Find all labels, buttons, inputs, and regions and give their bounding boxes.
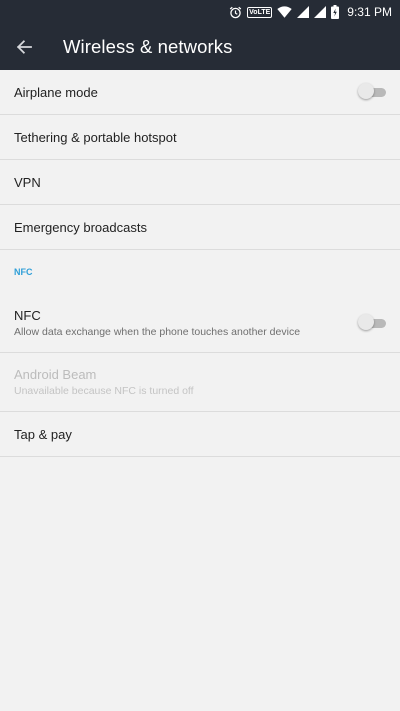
emergency-broadcasts-text: Emergency broadcasts: [14, 220, 386, 235]
airplane-mode-row[interactable]: Airplane mode: [0, 70, 400, 115]
android-beam-row: Android Beam Unavailable because NFC is …: [0, 353, 400, 412]
tethering-label: Tethering & portable hotspot: [14, 129, 177, 145]
alarm-icon: [229, 0, 242, 24]
wifi-icon: [277, 0, 292, 24]
signal-icon: [297, 0, 310, 24]
nfc-row[interactable]: NFC Allow data exchange when the phone t…: [0, 294, 400, 353]
nfc-label: NFC: [14, 308, 41, 323]
settings-list: Airplane mode Tethering & portable hotsp…: [0, 70, 400, 457]
emergency-broadcasts-row[interactable]: Emergency broadcasts: [0, 205, 400, 250]
toggle-thumb: [358, 83, 374, 99]
back-button[interactable]: [0, 24, 48, 70]
arrow-left-icon: [16, 39, 32, 55]
nfc-toggle[interactable]: [358, 314, 386, 332]
status-bar: VoLTE 9:31 PM: [0, 0, 400, 24]
airplane-mode-toggle[interactable]: [358, 83, 386, 101]
tap-and-pay-label: Tap & pay: [14, 426, 72, 442]
clock: 9:31 PM: [347, 5, 392, 19]
vpn-text: VPN: [14, 175, 386, 190]
vpn-label: VPN: [14, 174, 41, 190]
volte-icon: VoLTE: [247, 0, 273, 24]
emergency-broadcasts-label: Emergency broadcasts: [14, 219, 147, 235]
battery-charging-icon: [331, 0, 340, 24]
airplane-mode-label: Airplane mode: [14, 84, 98, 100]
vpn-row[interactable]: VPN: [0, 160, 400, 205]
nfc-description: Allow data exchange when the phone touch…: [14, 326, 301, 338]
page-title: Wireless & networks: [63, 36, 233, 57]
nfc-text: NFC Allow data exchange when the phone t…: [14, 308, 358, 338]
toggle-thumb: [358, 314, 374, 330]
android-beam-description: Unavailable because NFC is turned off: [14, 385, 194, 397]
android-beam-label: Android Beam: [14, 367, 97, 382]
tap-and-pay-text: Tap & pay: [14, 427, 386, 442]
app-bar: Wireless & networks: [0, 24, 400, 70]
screen: VoLTE 9:31 PM Wireless & networks Airpla…: [0, 0, 400, 711]
tethering-row[interactable]: Tethering & portable hotspot: [0, 115, 400, 160]
signal-icon-2: [314, 0, 327, 24]
android-beam-text: Android Beam Unavailable because NFC is …: [14, 367, 386, 397]
airplane-mode-text: Airplane mode: [14, 85, 358, 100]
volte-label: VoLTE: [247, 6, 273, 18]
tap-and-pay-row[interactable]: Tap & pay: [0, 412, 400, 457]
tethering-text: Tethering & portable hotspot: [14, 130, 386, 145]
nfc-section-header: NFC: [14, 267, 33, 277]
